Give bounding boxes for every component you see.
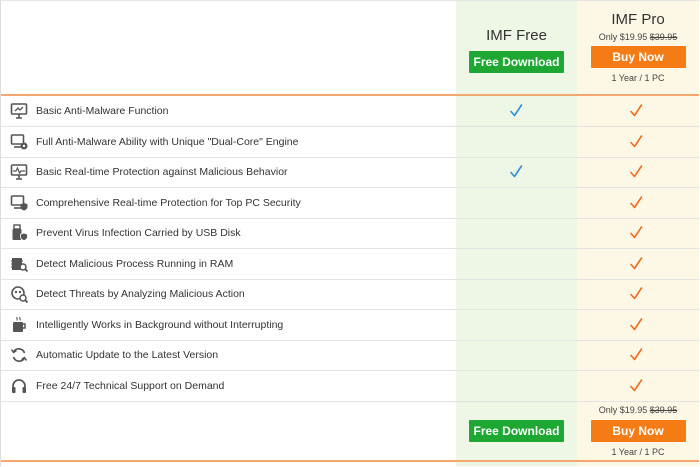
pro-price-bottom: Only $19.95 $39.95 bbox=[577, 405, 699, 415]
monitor-pulse-icon bbox=[10, 163, 28, 181]
pro-plan-footer: Only $19.95 $39.95 Buy Now 1 Year / 1 PC bbox=[577, 401, 699, 461]
headset-icon bbox=[10, 377, 28, 395]
pro-license-bottom: 1 Year / 1 PC bbox=[611, 447, 665, 457]
pro-check-icon bbox=[627, 133, 645, 151]
free-plan-footer: Free Download bbox=[456, 401, 577, 461]
pro-check-icon bbox=[627, 316, 645, 334]
feature-row: Intelligently Works in Background withou… bbox=[1, 310, 699, 341]
pro-license: 1 Year / 1 PC bbox=[611, 73, 665, 83]
usb-shield-icon bbox=[10, 224, 28, 242]
feature-row: Detect Threats by Analyzing Malicious Ac… bbox=[1, 279, 699, 310]
feature-row: Automatic Update to the Latest Version bbox=[1, 340, 699, 371]
pro-price-current-bottom: Only $19.95 bbox=[598, 405, 650, 415]
coffee-cup-icon bbox=[10, 316, 28, 334]
footer-divider bbox=[1, 460, 699, 462]
monitor-check-icon bbox=[10, 194, 28, 212]
feature-label: Intelligently Works in Background withou… bbox=[36, 318, 284, 331]
feature-row: Prevent Virus Infection Carried by USB D… bbox=[1, 218, 699, 249]
monitor-gear-icon bbox=[10, 133, 28, 151]
pro-price-old-bottom: $39.95 bbox=[649, 405, 678, 415]
ram-search-icon bbox=[10, 255, 29, 273]
free-plan-title: IMF Free bbox=[486, 27, 547, 44]
feature-label: Prevent Virus Infection Carried by USB D… bbox=[36, 227, 241, 239]
pro-price-old: $39.95 bbox=[649, 32, 678, 42]
feature-row: Comprehensive Real-time Protection for T… bbox=[1, 188, 699, 219]
pro-plan-header: IMF Pro Only $19.95 $39.95 Buy Now 1 Yea… bbox=[577, 1, 699, 94]
pro-price-current: Only $19.95 bbox=[598, 32, 650, 42]
feature-row: Detect Malicious Process Running in RAM bbox=[1, 249, 699, 280]
feature-label: Detect Malicious Process Running in RAM bbox=[36, 257, 234, 270]
comparison-header: IMF Free Free Download IMF Pro Only $19.… bbox=[1, 1, 699, 94]
free-check-icon bbox=[507, 102, 525, 120]
free-download-button-bottom[interactable]: Free Download bbox=[469, 420, 564, 442]
feature-row: Basic Anti-Malware Function bbox=[1, 96, 699, 127]
pro-check-icon bbox=[627, 163, 645, 181]
pro-check-icon bbox=[627, 377, 645, 395]
comparison-footer: Free Download Only $19.95 $39.95 Buy Now… bbox=[1, 401, 699, 461]
pro-check-icon bbox=[627, 194, 645, 212]
feature-label: Automatic Update to the Latest Version bbox=[36, 349, 219, 361]
pro-plan-title: IMF Pro bbox=[611, 11, 665, 28]
buy-now-button[interactable]: Buy Now bbox=[590, 46, 686, 68]
feature-row: Full Anti-Malware Ability with Unique "D… bbox=[1, 127, 699, 158]
comparison-table: IMF Free Free Download IMF Pro Only $19.… bbox=[0, 0, 699, 466]
feature-label: Free 24/7 Technical Support on Demand bbox=[36, 379, 225, 392]
free-download-button[interactable]: Free Download bbox=[469, 51, 564, 73]
feature-label: Detect Threats by Analyzing Malicious Ac… bbox=[36, 288, 245, 300]
buy-now-button-bottom[interactable]: Buy Now bbox=[590, 420, 686, 442]
monitor-shield-icon bbox=[10, 102, 28, 120]
pro-check-icon bbox=[627, 285, 645, 303]
pro-price: Only $19.95 $39.95 bbox=[577, 32, 699, 42]
pro-check-icon bbox=[627, 224, 645, 242]
feature-label: Basic Real-time Protection against Malic… bbox=[36, 166, 288, 178]
bug-search-icon bbox=[10, 285, 29, 304]
feature-label: Basic Anti-Malware Function bbox=[36, 105, 169, 117]
free-plan-header: IMF Free Free Download bbox=[456, 1, 577, 94]
pro-check-icon bbox=[627, 102, 645, 120]
free-check-icon bbox=[507, 163, 525, 181]
feature-label: Comprehensive Real-time Protection for T… bbox=[36, 196, 301, 209]
feature-row: Free 24/7 Technical Support on Demand bbox=[1, 371, 699, 402]
pro-check-icon bbox=[627, 255, 645, 273]
refresh-icon bbox=[10, 346, 28, 364]
feature-label: Full Anti-Malware Ability with Unique "D… bbox=[36, 135, 299, 148]
pro-check-icon bbox=[627, 346, 645, 364]
feature-row: Basic Real-time Protection against Malic… bbox=[1, 157, 699, 188]
